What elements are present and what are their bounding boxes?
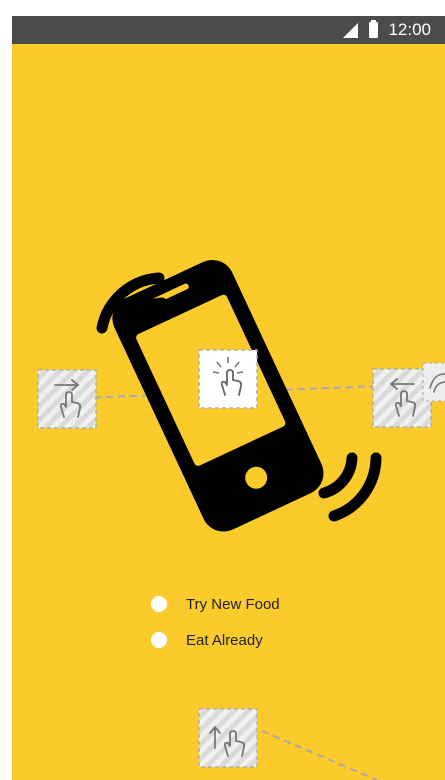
radio-button[interactable]	[151, 632, 167, 648]
option-eat-already[interactable]: Eat Already	[151, 622, 280, 658]
signal-icon	[343, 23, 358, 38]
radio-button[interactable]	[151, 596, 167, 612]
radio-label: Eat Already	[186, 631, 263, 649]
battery-icon	[369, 20, 378, 38]
hand-gesture-icon	[422, 362, 445, 402]
choice-radio-group: Try New Food Eat Already	[151, 586, 280, 658]
drag-up-gesture-icon	[198, 708, 258, 768]
status-bar: 12:00	[12, 16, 445, 44]
swipe-right-gesture-icon	[37, 369, 97, 429]
radio-label: Try New Food	[186, 595, 280, 613]
tap-gesture-icon	[198, 349, 258, 409]
status-time: 12:00	[388, 20, 431, 39]
app-screen: 12:00 Try New Food Eat Already	[12, 16, 445, 780]
option-try-new-food[interactable]: Try New Food	[151, 586, 280, 622]
